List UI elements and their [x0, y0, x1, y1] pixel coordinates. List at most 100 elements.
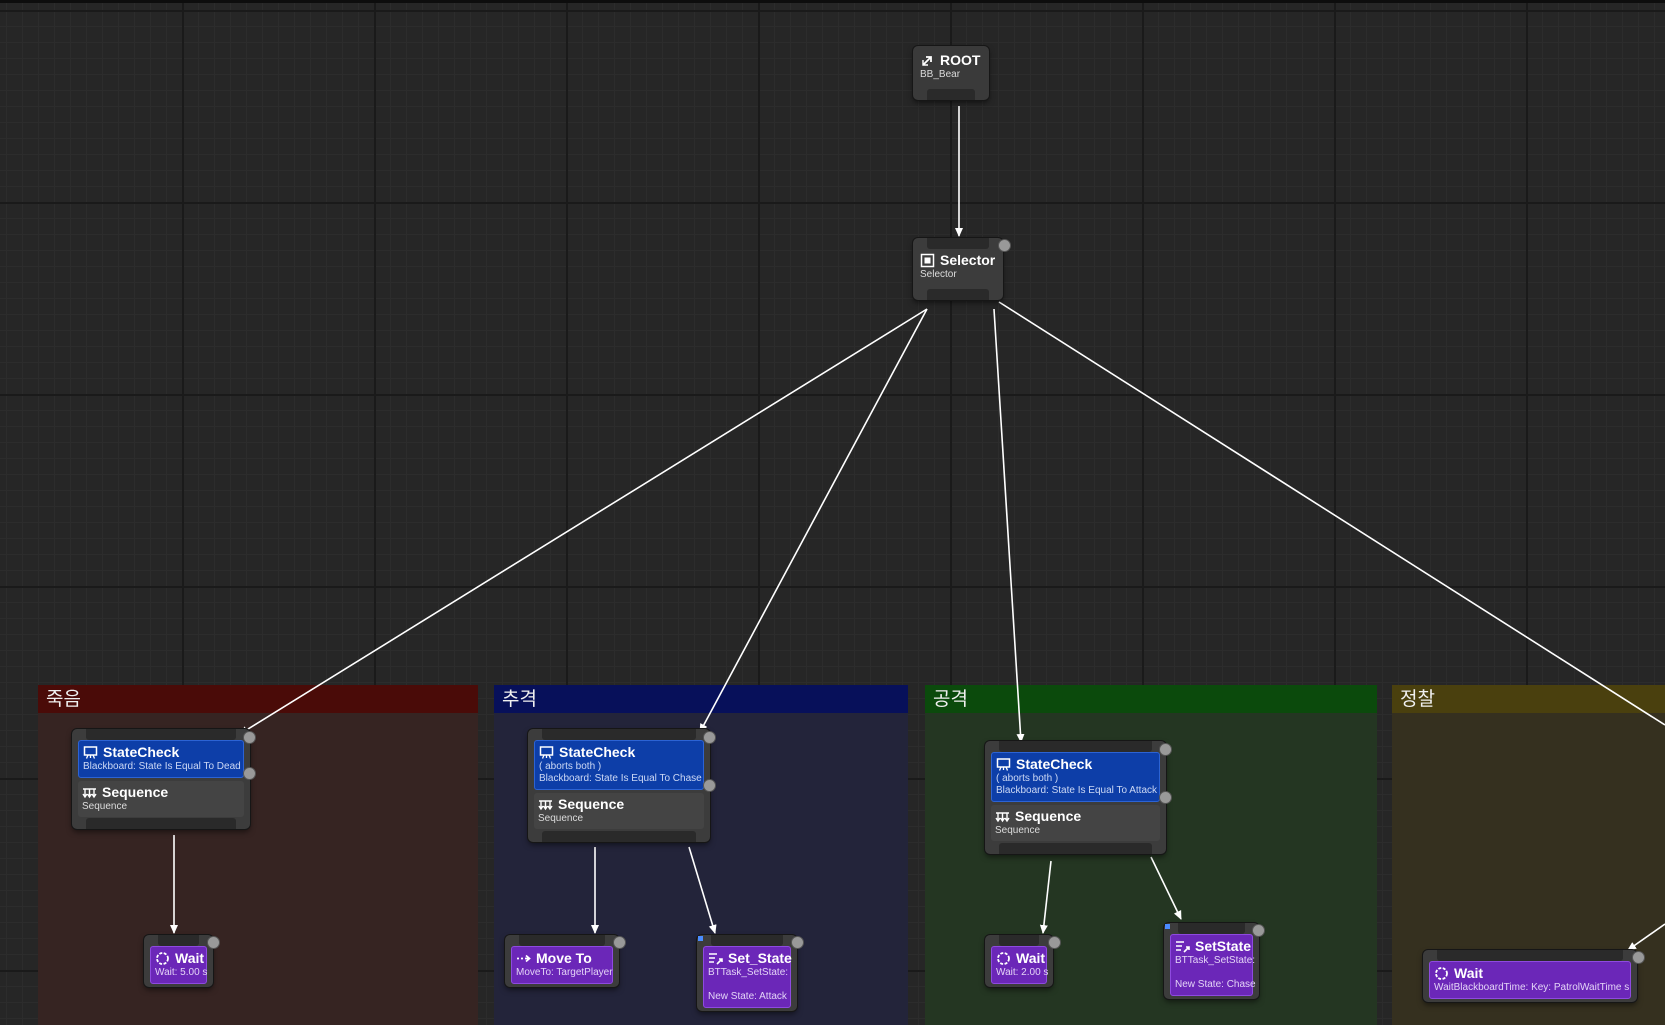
death-sequence-subtitle: Sequence [82, 801, 128, 812]
chase-sequence-subtitle: Sequence [538, 813, 584, 824]
attack-sequence-subtitle: Sequence [995, 825, 1041, 836]
chase-setstate-detail: New State: Attack [708, 991, 787, 1002]
chase-setstate-input-pin[interactable] [711, 935, 783, 946]
root-output-pin[interactable] [927, 89, 975, 100]
statecheck-icon [539, 745, 554, 760]
chase-setstate-breakpoint-flag [698, 936, 703, 941]
attack-setstate-node[interactable]: SetState BTTask_SetState: New State: Cha… [1164, 923, 1259, 999]
death-wait-title: Wait [175, 950, 205, 966]
attack-setstate-breakpoint-flag [1165, 924, 1170, 929]
death-wait-task[interactable]: Wait Wait: 5.00 s [150, 946, 207, 984]
chase-input-pin[interactable] [542, 729, 696, 740]
chase-index-badge [703, 731, 716, 744]
attack-index-badge [1159, 743, 1172, 756]
attack-setstate-class: BTTask_SetState: [1175, 955, 1256, 966]
chase-statecheck-decorator[interactable]: StateCheck ( aborts both ) Blackboard: S… [534, 740, 704, 790]
patrol-wait-title: Wait [1454, 965, 1484, 981]
chase-moveto-task[interactable]: Move To MoveTo: TargetPlayer [511, 946, 613, 984]
attack-setstate-title: SetState [1195, 938, 1252, 954]
selector-index-badge [998, 239, 1011, 252]
attack-setstate-task[interactable]: SetState BTTask_SetState: New State: Cha… [1170, 934, 1256, 996]
setstate-icon [708, 951, 723, 966]
attack-sequence-title: Sequence [1015, 808, 1082, 824]
wait-icon [1434, 966, 1449, 981]
chase-setstate-class: BTTask_SetState: [708, 967, 789, 978]
chase-moveto-title: Move To [536, 950, 592, 966]
death-statecheck-title: StateCheck [103, 744, 180, 760]
attack-wait-input-pin[interactable] [999, 935, 1039, 946]
death-wait-duration: Wait: 5.00 s [155, 967, 208, 978]
selector-node[interactable]: Selector Selector [913, 238, 1003, 300]
statecheck-icon [996, 757, 1011, 772]
selector-title: Selector [940, 252, 996, 268]
chase-setstate-node[interactable]: Set_State BTTask_SetState: New State: At… [697, 935, 797, 1011]
chase-moveto-node[interactable]: Move To MoveTo: TargetPlayer [505, 935, 619, 987]
death-sequence-node[interactable]: StateCheck Blackboard: State Is Equal To… [72, 729, 250, 829]
death-wait-input-pin[interactable] [158, 935, 199, 946]
wire-attack-setstate [1150, 856, 1182, 920]
chase-moveto-index-badge [613, 936, 626, 949]
wire-attack-wait [1039, 860, 1052, 934]
root-icon [920, 53, 935, 68]
selector-subtitle: Selector [920, 269, 957, 280]
selector-output-pin[interactable] [927, 289, 989, 300]
death-wait-index-badge [207, 936, 220, 949]
chase-decorator-index-badge [703, 779, 716, 792]
attack-wait-task[interactable]: Wait Wait: 2.00 s [991, 946, 1049, 984]
attack-statecheck-decorator[interactable]: StateCheck ( aborts both ) Blackboard: S… [991, 752, 1160, 802]
patrol-wait-input-pin[interactable] [1437, 950, 1623, 961]
chase-statecheck-condition: Blackboard: State Is Equal To Chase [539, 773, 702, 784]
attack-output-pin[interactable] [999, 843, 1152, 854]
wait-icon [155, 951, 170, 966]
selector-input-pin[interactable] [927, 238, 989, 249]
wire-selector-death [239, 308, 928, 735]
chase-sequence-composite[interactable]: Sequence Sequence [534, 793, 704, 829]
attack-wait-title: Wait [1016, 950, 1046, 966]
death-sequence-title: Sequence [102, 784, 169, 800]
connection-wires [170, 106, 1665, 951]
chase-statecheck-aborts: ( aborts both ) [539, 761, 602, 772]
patrol-wait-node[interactable]: Wait WaitBlackboardTime: Key: PatrolWait… [1423, 950, 1637, 1002]
attack-wait-duration: Wait: 2.00 s [996, 967, 1049, 978]
attack-setstate-input-pin[interactable] [1178, 923, 1245, 934]
patrol-wait-task[interactable]: Wait WaitBlackboardTime: Key: PatrolWait… [1429, 961, 1631, 999]
attack-sequence-node[interactable]: StateCheck ( aborts both ) Blackboard: S… [985, 741, 1166, 854]
death-index-badge [243, 731, 256, 744]
chase-sequence-title: Sequence [558, 796, 625, 812]
sequence-icon [82, 785, 97, 800]
attack-statecheck-condition: Blackboard: State Is Equal To Attack [996, 785, 1158, 796]
wire-selector-patrol [998, 301, 1665, 726]
chase-sequence-node[interactable]: StateCheck ( aborts both ) Blackboard: S… [528, 729, 710, 842]
wire-selector-attack [993, 308, 1025, 743]
wire-patrol-wait [1627, 923, 1665, 951]
wait-icon [996, 951, 1011, 966]
death-statecheck-decorator[interactable]: StateCheck Blackboard: State Is Equal To… [78, 740, 244, 778]
sequence-icon [995, 809, 1010, 824]
death-decorator-index-badge [243, 767, 256, 780]
chase-moveto-input-pin[interactable] [519, 935, 605, 946]
chase-output-pin[interactable] [542, 831, 696, 842]
root-title: ROOT [940, 52, 981, 68]
attack-statecheck-aborts: ( aborts both ) [996, 773, 1059, 784]
chase-statecheck-title: StateCheck [559, 744, 636, 760]
chase-setstate-task[interactable]: Set_State BTTask_SetState: New State: At… [703, 946, 792, 1008]
statecheck-icon [83, 745, 98, 760]
death-wait-node[interactable]: Wait Wait: 5.00 s [144, 935, 213, 987]
wire-chase-setstate [688, 846, 717, 934]
moveto-icon [516, 951, 531, 966]
attack-sequence-composite[interactable]: Sequence Sequence [991, 805, 1160, 841]
attack-setstate-index-badge [1252, 924, 1265, 937]
chase-moveto-target: MoveTo: TargetPlayer [516, 967, 613, 978]
attack-wait-node[interactable]: Wait Wait: 2.00 s [985, 935, 1053, 987]
death-output-pin[interactable] [86, 818, 236, 829]
root-subtitle: BB_Bear [920, 69, 961, 80]
chase-setstate-index-badge [791, 936, 804, 949]
setstate-icon [1175, 939, 1190, 954]
attack-input-pin[interactable] [999, 741, 1152, 752]
root-node[interactable]: ROOT BB_Bear [913, 46, 989, 100]
chase-setstate-title: Set_State [728, 950, 792, 966]
patrol-wait-index-badge [1632, 951, 1645, 964]
death-statecheck-condition: Blackboard: State Is Equal To Dead [83, 761, 241, 772]
death-input-pin[interactable] [86, 729, 236, 740]
death-sequence-composite[interactable]: Sequence Sequence [78, 781, 244, 817]
